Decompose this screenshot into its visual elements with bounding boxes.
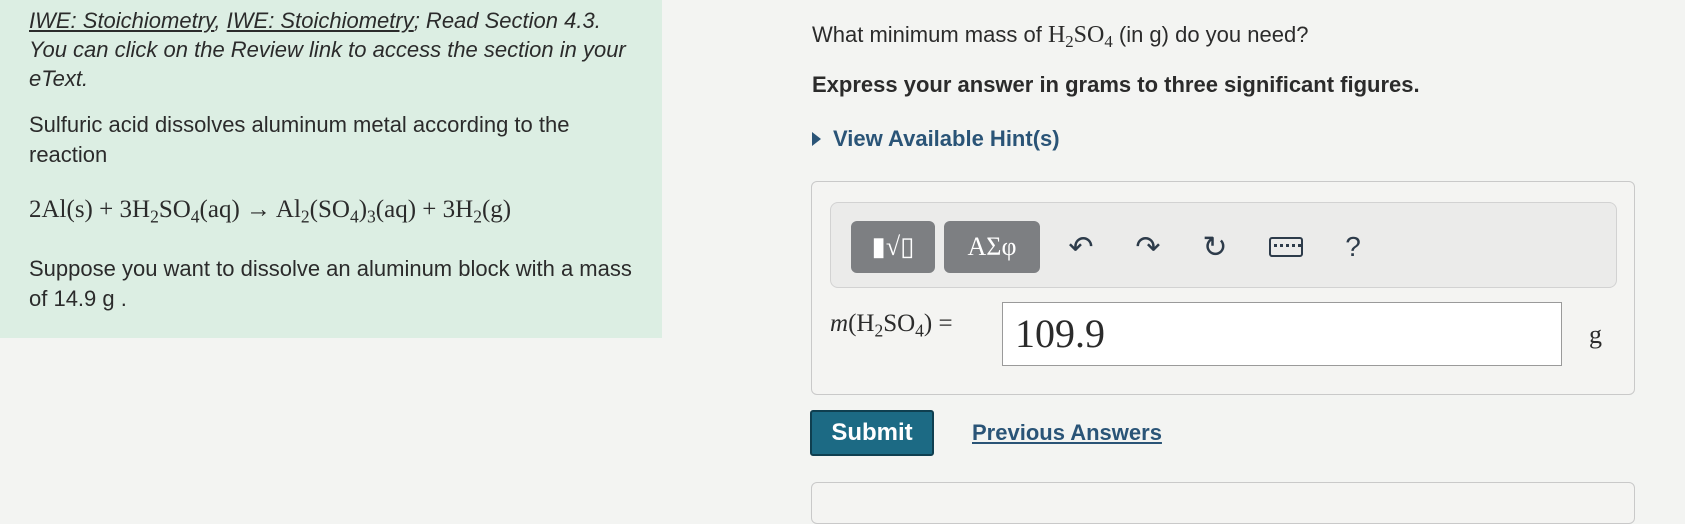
- symbols-button[interactable]: ΑΣφ: [944, 221, 1040, 273]
- reset-icon[interactable]: ↻: [1195, 225, 1235, 269]
- answer-input[interactable]: 109.9: [1002, 302, 1562, 366]
- answer-unit: g: [1589, 320, 1602, 349]
- hint-label: View Available Hint(s): [833, 126, 1060, 151]
- submit-button[interactable]: Submit: [810, 410, 934, 456]
- problem-supposition: Suppose you want to dissolve an aluminum…: [29, 256, 632, 311]
- answer-area: ▮√▯ ΑΣφ ↶ ↷ ↻ ? m(H2SO4) = 109.9 g: [811, 181, 1635, 395]
- problem-statement: Sulfuric acid dissolves aluminum metal a…: [29, 112, 570, 167]
- iwe-link-1[interactable]: IWE: Stoichiometry: [29, 8, 214, 33]
- answer-variable-label: m(H2SO4) =: [830, 310, 953, 341]
- keyboard-button[interactable]: [1266, 225, 1306, 269]
- feedback-area: [811, 482, 1635, 524]
- reaction-equation: 2Al(s) + 3H2SO4(aq) → Al2(SO4)3(aq) + 3H…: [29, 196, 512, 227]
- templates-button[interactable]: ▮√▯: [851, 221, 935, 273]
- iwe-link-2[interactable]: IWE: Stoichiometry: [227, 8, 414, 33]
- keyboard-icon: [1269, 237, 1303, 257]
- intro-separator: ,: [214, 8, 227, 33]
- view-hints-toggle[interactable]: View Available Hint(s): [812, 126, 1060, 152]
- problem-panel: IWE: Stoichiometry, IWE: Stoichiometry; …: [0, 0, 662, 338]
- expand-triangle-icon: [812, 132, 821, 146]
- previous-answers-link[interactable]: Previous Answers: [972, 420, 1162, 446]
- math-toolbar: ▮√▯ ΑΣφ ↶ ↷ ↻ ?: [830, 202, 1617, 288]
- redo-icon[interactable]: ↷: [1128, 225, 1168, 269]
- question-text: What minimum mass of H2SO4 (in g) do you…: [812, 22, 1309, 52]
- symbols-label: ΑΣφ: [967, 232, 1017, 261]
- undo-icon[interactable]: ↶: [1061, 225, 1101, 269]
- help-icon[interactable]: ?: [1333, 225, 1373, 269]
- templates-icon: ▮√▯: [871, 232, 915, 261]
- problem-intro: IWE: Stoichiometry, IWE: Stoichiometry; …: [29, 6, 629, 93]
- answer-instruction: Express your answer in grams to three si…: [812, 72, 1420, 97]
